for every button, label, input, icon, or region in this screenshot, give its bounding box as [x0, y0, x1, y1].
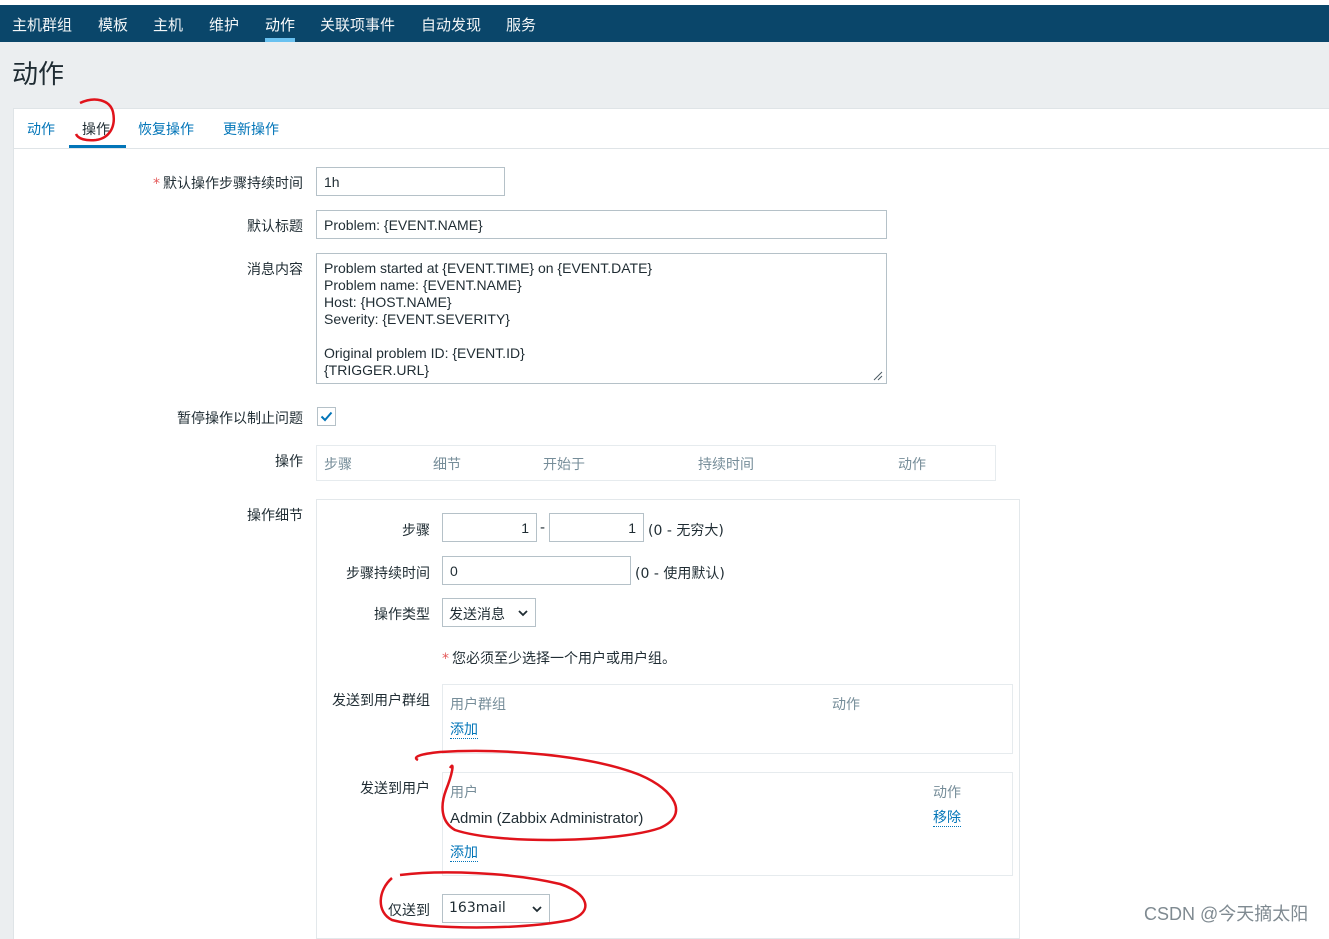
nav-discovery[interactable]: 自动发现 [421, 14, 481, 35]
required-mark: * [153, 176, 160, 192]
tab-update-operations[interactable]: 更新操作 [223, 119, 279, 139]
message-label: 消息内容 [247, 262, 303, 278]
default-subject-input[interactable] [316, 210, 887, 239]
add-user-link[interactable]: 添加 [450, 845, 478, 862]
operation-type-label: 操作类型 [374, 607, 430, 623]
tab-operations[interactable]: 操作 [82, 119, 110, 139]
page-title: 动作 [12, 60, 65, 90]
send-only-to-label: 仅送到 [388, 903, 430, 919]
notice-required-mark: * [442, 651, 449, 667]
user-groups-col-group: 用户群组 [450, 697, 506, 713]
operations-col-details: 细节 [433, 457, 461, 473]
top-navigation: 主机群组 模板 主机 维护 动作 关联项事件 自动发现 服务 [0, 5, 1329, 42]
user-groups-col-action: 动作 [832, 697, 860, 713]
nav-services[interactable]: 服务 [506, 14, 536, 35]
operation-type-value: 发送消息 [449, 607, 505, 623]
users-col-user: 用户 [450, 785, 478, 801]
tab-recovery-operations[interactable]: 恢复操作 [138, 119, 194, 139]
nav-host-groups[interactable]: 主机群组 [12, 14, 72, 35]
default-step-duration-input[interactable] [316, 167, 505, 196]
nav-hosts[interactable]: 主机 [153, 14, 183, 35]
default-step-duration-label-text: 默认操作步骤持续时间 [163, 176, 303, 192]
nav-templates[interactable]: 模板 [98, 14, 128, 35]
operations-table: 步骤 细节 开始于 持续时间 动作 [316, 445, 996, 481]
step-duration-label: 步骤持续时间 [346, 566, 430, 582]
operations-col-start-in: 开始于 [543, 457, 585, 473]
tab-bar: 动作 操作 恢复操作 更新操作 [14, 109, 1329, 149]
send-only-to-select[interactable]: 163mail [442, 894, 550, 923]
message-textarea[interactable]: Problem started at {EVENT.TIME} on {EVEN… [316, 253, 887, 384]
operations-label: 操作 [275, 454, 303, 470]
chevron-down-icon [518, 610, 528, 617]
steps-separator: - [540, 520, 546, 536]
notice-text: 您必须至少选择一个用户或用户组。 [452, 651, 676, 667]
tab-active-indicator [69, 145, 126, 148]
nav-active-indicator [265, 38, 295, 42]
operations-col-duration: 持续时间 [698, 457, 754, 473]
nav-actions[interactable]: 动作 [265, 14, 295, 35]
chevron-down-icon [532, 906, 542, 913]
users-col-action: 动作 [933, 785, 961, 801]
recipient-notice: * 您必须至少选择一个用户或用户组。 [442, 648, 676, 668]
operations-col-action: 动作 [898, 457, 926, 473]
checkmark-icon [320, 411, 333, 422]
steps-to-input[interactable] [549, 513, 644, 542]
resize-grip-icon[interactable] [873, 371, 883, 381]
operation-type-select[interactable]: 发送消息 [442, 598, 536, 627]
default-step-duration-label: * 默认操作步骤持续时间 [100, 173, 303, 193]
steps-label: 步骤 [402, 523, 430, 539]
tab-action[interactable]: 动作 [27, 119, 55, 139]
remove-user-link[interactable]: 移除 [933, 810, 961, 827]
step-duration-hint: (0 - 使用默认) [635, 566, 725, 582]
user-groups-table: 用户群组 动作 添加 [442, 684, 1013, 754]
send-only-to-value: 163mail [449, 900, 506, 916]
users-table: 用户 动作 Admin (Zabbix Administrator) 移除 添加 [442, 772, 1013, 876]
send-to-users-label: 发送到用户 [360, 781, 430, 797]
step-duration-input[interactable] [442, 556, 631, 585]
steps-hint: (0 - 无穷大) [648, 523, 724, 539]
user-row-name: Admin (Zabbix Administrator) [450, 810, 644, 827]
operation-details-label: 操作细节 [247, 508, 303, 524]
pause-checkbox[interactable] [317, 407, 336, 426]
add-user-group-link[interactable]: 添加 [450, 722, 478, 739]
operations-col-steps: 步骤 [324, 457, 352, 473]
send-to-groups-label: 发送到用户群组 [332, 693, 430, 709]
default-subject-label: 默认标题 [247, 219, 303, 235]
watermark: CSDN @今天摘太阳 [1144, 904, 1309, 924]
steps-from-input[interactable] [442, 513, 537, 542]
nav-event-correlation[interactable]: 关联项事件 [320, 14, 395, 35]
nav-maintenance[interactable]: 维护 [209, 14, 239, 35]
pause-label: 暂停操作以制止问题 [177, 411, 303, 427]
